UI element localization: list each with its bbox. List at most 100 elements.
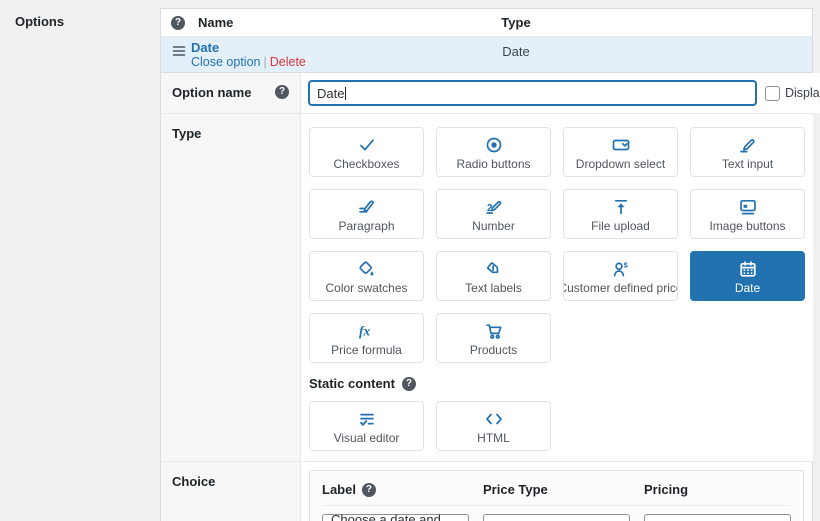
choice-content: Label Price Type Pricing Choose a date a… [301, 462, 812, 521]
type-option-label: Dropdown select [575, 156, 666, 171]
paragraph-icon [357, 197, 377, 217]
person-price-icon: $ [611, 259, 631, 279]
type-row: Type Checkboxes Radio buttons Dropdown sel… [161, 114, 813, 462]
price-type-select[interactable]: No cost [483, 514, 630, 521]
choice-column-pricing: Pricing [644, 482, 689, 497]
calendar-icon [738, 259, 758, 279]
options-heading: Options [15, 14, 65, 29]
type-option-label: File upload [591, 218, 650, 233]
display-checkbox-label: Display [785, 86, 820, 100]
html-icon [484, 409, 504, 429]
type-option-label: Number [472, 218, 515, 233]
type-option-file-upload[interactable]: File upload [563, 189, 678, 239]
option-row-date[interactable]: Date Close option | Delete Date [161, 37, 812, 73]
option-name-row: Option name Date Display [161, 73, 820, 114]
option-name-input-value: Date [317, 85, 345, 101]
text-caret [345, 86, 347, 100]
text-input-icon [738, 135, 758, 155]
option-name-input[interactable]: Date [309, 81, 756, 105]
close-option-link[interactable]: Close option [191, 55, 261, 69]
help-icon[interactable] [275, 85, 289, 99]
type-option-html[interactable]: HTML [436, 401, 551, 451]
type-option-customer-defined-price[interactable]: $ Customer defined price [563, 251, 678, 301]
svg-text:fx: fx [359, 323, 370, 338]
static-content-label: Static content [309, 376, 395, 391]
type-option-label: Color swatches [325, 280, 408, 295]
radio-icon [484, 135, 504, 155]
type-content: Checkboxes Radio buttons Dropdown select Te… [301, 114, 813, 461]
type-option-color-swatches[interactable]: Color swatches [309, 251, 424, 301]
type-option-label: Image buttons [709, 218, 786, 233]
cart-icon [484, 321, 504, 341]
type-option-label: Visual editor [333, 430, 400, 445]
visual-editor-icon [357, 409, 377, 429]
page-background: { "page": { "heading": "Options" }, "col… [0, 0, 820, 521]
option-name-label-cell: Option name [161, 73, 301, 113]
choice-column-price-type: Price Type [483, 482, 548, 497]
type-grid: Checkboxes Radio buttons Dropdown select Te… [309, 127, 805, 363]
type-option-label: Paragraph [338, 218, 395, 233]
type-option-date[interactable]: Date [690, 251, 805, 301]
option-name-content: Date Display [301, 73, 820, 113]
pricing-input[interactable] [644, 514, 791, 521]
action-separator: | [263, 55, 267, 69]
tag-icon [484, 259, 504, 279]
type-option-price-formula[interactable]: fx Price formula [309, 313, 424, 363]
display-checkbox[interactable] [765, 85, 780, 101]
drag-handle-icon[interactable] [171, 44, 187, 61]
column-header-name: Name [198, 15, 234, 30]
choice-label-cell: Choice [161, 462, 301, 521]
checkbox-icon [357, 135, 377, 155]
type-option-label: Text input [721, 156, 774, 171]
type-option-paragraph[interactable]: Paragraph [309, 189, 424, 239]
options-panel: Name Type Date Close option|Delete Date … [160, 8, 820, 521]
option-row-name-link[interactable]: Date [191, 41, 306, 55]
type-option-label: HTML [477, 430, 510, 445]
choice-row: Choice Label Price Type Pricing Choose a… [161, 462, 812, 521]
type-option-visual-editor[interactable]: Visual editor [309, 401, 424, 451]
options-table-header: Name Type [161, 9, 812, 37]
type-option-text-input[interactable]: Text input [690, 127, 805, 177]
type-option-label: Products [469, 342, 518, 357]
column-header-type: Type [501, 15, 531, 30]
option-row-type-value: Date [502, 44, 530, 59]
type-option-dropdown-select[interactable]: Dropdown select [563, 127, 678, 177]
type-option-label: Date [734, 280, 761, 295]
type-option-label: Text labels [465, 280, 522, 295]
option-row-main: Date Close option | Delete [191, 41, 306, 70]
help-icon[interactable] [171, 15, 185, 30]
dropdown-select-icon [611, 135, 631, 155]
type-option-checkboxes[interactable]: Checkboxes [309, 127, 424, 177]
number-icon: 2 [484, 197, 504, 217]
display-checkbox-wrap: Display [765, 85, 820, 101]
choice-column-label-text: Label [322, 482, 356, 497]
color-swatch-icon [357, 259, 377, 279]
svg-text:$: $ [623, 260, 628, 269]
type-option-image-buttons[interactable]: Image buttons [690, 189, 805, 239]
type-option-label: Checkboxes [333, 156, 400, 171]
choice-table: Label Price Type Pricing Choose a date a… [309, 470, 804, 521]
choice-label-input-value: Choose a date and time [331, 511, 441, 521]
type-option-label: Price formula [331, 342, 402, 357]
choice-table-header: Label Price Type Pricing [322, 479, 791, 506]
option-name-label: Option name [172, 85, 252, 100]
choice-column-label: Label [322, 482, 469, 497]
formula-icon: fx [356, 321, 378, 341]
help-icon[interactable] [361, 482, 376, 497]
choice-label: Choice [172, 474, 216, 489]
choice-label-input[interactable]: Choose a date and time [322, 511, 469, 521]
type-option-products[interactable]: Products [436, 313, 551, 363]
type-label-cell: Type [161, 114, 301, 461]
static-content-label-row: Static content [309, 376, 805, 391]
type-option-label: Radio buttons [456, 156, 531, 171]
image-buttons-icon [738, 197, 758, 217]
delete-link[interactable]: Delete [270, 55, 306, 69]
help-icon[interactable] [401, 376, 416, 391]
type-option-number[interactable]: 2 Number [436, 189, 551, 239]
option-row-actions: Close option | Delete [191, 55, 306, 69]
file-upload-icon [611, 197, 631, 217]
type-option-text-labels[interactable]: Text labels [436, 251, 551, 301]
type-label: Type [172, 126, 202, 141]
static-content-grid: Visual editor HTML [309, 401, 805, 451]
type-option-radio-buttons[interactable]: Radio buttons [436, 127, 551, 177]
